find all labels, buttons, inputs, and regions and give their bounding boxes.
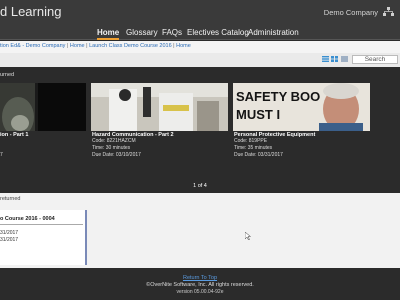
course-thumbnail[interactable] [0, 83, 86, 131]
course-time: Time: 30 minutes [92, 145, 131, 151]
course-code: Code: 8221HAZCM [92, 138, 136, 144]
course-date: 31/2017 [0, 230, 19, 236]
tile-view-icon[interactable] [341, 56, 348, 62]
main-nav: Home Glossary FAQs Electives Catalog Adm… [0, 27, 400, 40]
nav-home[interactable]: Home [97, 27, 120, 40]
org-chart-icon[interactable] [383, 7, 394, 17]
toolbar [0, 53, 400, 67]
breadcrumb-item[interactable]: tion Ed& - Demo Company [0, 43, 65, 49]
grid-view-icon[interactable] [331, 56, 338, 62]
course-date: 31/2017 [0, 237, 19, 243]
svg-text:MUST I: MUST I [236, 107, 280, 122]
results-count-label: urned [0, 72, 15, 78]
mouse-cursor-icon [245, 232, 251, 240]
breadcrumb-item[interactable]: Launch Class Demo Course 2016 [89, 43, 172, 49]
app-header: d Learning Demo Company [0, 0, 400, 27]
pagination-label: 1 of 4 [193, 183, 207, 189]
course-due-date: Due Date: 03/10/2017 [92, 152, 141, 158]
breadcrumb: tion Ed& - Demo Company | Home | Launch … [0, 41, 400, 53]
nav-electives-catalog[interactable]: Electives Catalog [187, 27, 249, 38]
course-title[interactable]: o Course 2016 - 0004 [0, 216, 55, 222]
nav-faqs[interactable]: FAQs [162, 27, 182, 38]
results-count-label: returned [0, 196, 21, 202]
course-thumbnail[interactable]: SAFETY BOO MUST I [233, 83, 370, 131]
list-view-icon[interactable] [322, 56, 329, 62]
return-to-top-link[interactable]: Return To Top [0, 275, 400, 281]
course-title[interactable]: ion - Part 1 [0, 132, 28, 138]
company-name[interactable]: Demo Company [324, 8, 378, 17]
nav-administration[interactable]: Administration [248, 27, 299, 38]
course-due-date: 7 [0, 152, 3, 158]
divider [0, 224, 83, 225]
search-placeholder: Search [364, 56, 386, 63]
course-thumbnail[interactable] [91, 83, 228, 131]
nav-glossary[interactable]: Glossary [126, 27, 158, 38]
app-brand[interactable]: d Learning [0, 4, 61, 19]
course-time: Time: 35 minutes [234, 145, 273, 151]
version-text: version 05.00.04-92e [176, 289, 224, 295]
search-input[interactable]: Search [352, 55, 398, 64]
copyright-text: ©OverNite Software, Inc. All rights rese… [146, 282, 254, 288]
course-due-date: Due Date: 03/31/2017 [234, 152, 283, 158]
breadcrumb-item[interactable]: Home [70, 43, 85, 49]
sign-text: SAFETY BOO [236, 89, 320, 104]
breadcrumb-item[interactable]: Home [176, 43, 191, 49]
course-code: Code: 819PPE [234, 138, 268, 144]
